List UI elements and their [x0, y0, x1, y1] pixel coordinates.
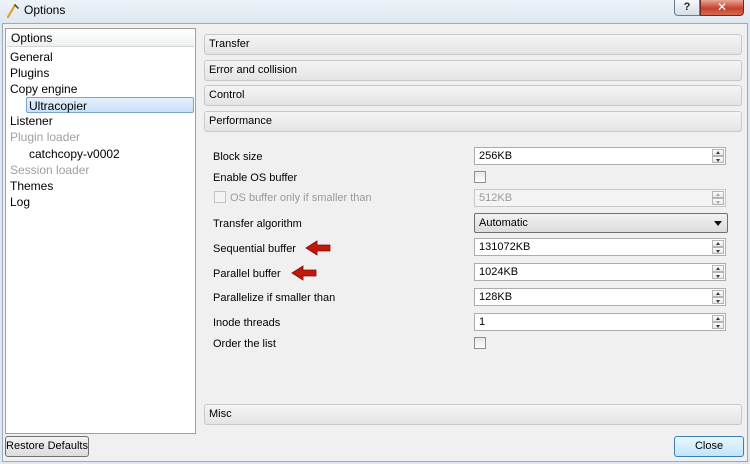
- block-size-label: Block size: [213, 151, 263, 163]
- spin-down-icon[interactable]: [712, 272, 724, 279]
- parallel-buffer-value: 1024KB: [479, 266, 519, 278]
- red-arrow-icon: [291, 265, 317, 281]
- os-buffer-smaller-spinbox[interactable]: 512KB: [474, 189, 726, 207]
- spin-up-icon[interactable]: [712, 191, 724, 198]
- spin-up-icon[interactable]: [712, 290, 724, 297]
- category-log[interactable]: Log: [10, 194, 30, 210]
- parallel-buffer-spinbox[interactable]: 1024KB: [474, 263, 726, 281]
- spin-down-icon[interactable]: [712, 322, 724, 329]
- enable-os-buffer-checkbox[interactable]: [474, 171, 486, 183]
- sequential-buffer-spinbox[interactable]: 131072KB: [474, 238, 726, 256]
- order-list-checkbox[interactable]: [474, 337, 486, 349]
- parallelize-label: Parallelize if smaller than: [213, 292, 336, 304]
- spin-up-icon[interactable]: [712, 240, 724, 247]
- parallelize-value: 128KB: [479, 291, 513, 303]
- enable-os-buffer-label: Enable OS buffer: [213, 172, 298, 184]
- parallelize-spinbox[interactable]: 128KB: [474, 288, 726, 306]
- transfer-algorithm-label: Transfer algorithm: [213, 218, 302, 230]
- category-plugins[interactable]: Plugins: [10, 65, 49, 81]
- block-size-spinbox[interactable]: 256KB: [474, 147, 726, 165]
- transfer-algorithm-select[interactable]: Automatic: [474, 213, 728, 233]
- inode-threads-spinbox[interactable]: 1: [474, 313, 726, 331]
- os-buffer-smaller-label: OS buffer only if smaller than: [230, 192, 372, 204]
- inode-threads-value: 1: [479, 316, 486, 328]
- spin-up-icon[interactable]: [712, 315, 724, 322]
- parallel-buffer-label: Parallel buffer: [213, 268, 281, 280]
- sequential-buffer-value: 131072KB: [479, 241, 531, 253]
- category-listener[interactable]: Listener: [10, 113, 53, 129]
- window-title: Options: [24, 3, 66, 17]
- category-themes[interactable]: Themes: [10, 178, 53, 194]
- category-list-header: Options: [7, 30, 194, 47]
- title-bar: Options ? ✕: [0, 0, 750, 23]
- section-error-collision[interactable]: Error and collision: [204, 60, 742, 81]
- inode-threads-label: Inode threads: [213, 317, 281, 329]
- parallel-buffer-spin-buttons[interactable]: [712, 265, 724, 279]
- window-close-button[interactable]: ✕: [700, 0, 744, 16]
- sequential-buffer-spin-buttons[interactable]: [712, 240, 724, 254]
- sequential-buffer-label: Sequential buffer: [213, 243, 296, 255]
- order-list-label: Order the list: [213, 338, 276, 350]
- parallelize-spin-buttons[interactable]: [712, 290, 724, 304]
- category-plugin-loader[interactable]: Plugin loader: [10, 129, 80, 145]
- spin-down-icon[interactable]: [712, 247, 724, 254]
- spin-up-icon[interactable]: [712, 265, 724, 272]
- spin-down-icon[interactable]: [712, 156, 724, 163]
- category-catchcopy[interactable]: catchcopy-v0002: [29, 146, 120, 162]
- section-control[interactable]: Control: [204, 85, 742, 106]
- category-list[interactable]: Options General Plugins Copy engine Ultr…: [5, 28, 196, 434]
- help-button[interactable]: ?: [674, 0, 700, 16]
- os-buffer-smaller-checkbox[interactable]: [214, 191, 226, 203]
- close-button[interactable]: Close: [674, 436, 744, 457]
- restore-defaults-button[interactable]: Restore Defaults: [5, 436, 89, 457]
- category-ultracopier[interactable]: Ultracopier: [26, 97, 194, 113]
- block-size-value: 256KB: [479, 150, 513, 162]
- app-icon: [6, 3, 19, 19]
- category-general[interactable]: General: [10, 49, 53, 65]
- inode-threads-spin-buttons[interactable]: [712, 315, 724, 329]
- transfer-algorithm-value: Automatic: [479, 217, 528, 229]
- os-buffer-spin-buttons[interactable]: [712, 191, 724, 205]
- spin-down-icon[interactable]: [712, 198, 724, 205]
- section-performance[interactable]: Performance: [204, 111, 742, 132]
- section-misc[interactable]: Misc: [204, 404, 742, 425]
- section-transfer[interactable]: Transfer: [204, 34, 742, 55]
- category-session-loader[interactable]: Session loader: [10, 162, 89, 178]
- spin-up-icon[interactable]: [712, 149, 724, 156]
- category-copy-engine[interactable]: Copy engine: [10, 81, 77, 97]
- spin-down-icon[interactable]: [712, 297, 724, 304]
- red-arrow-icon: [305, 240, 331, 256]
- os-buffer-smaller-value: 512KB: [479, 192, 513, 204]
- chevron-down-icon: [714, 221, 722, 226]
- block-size-spin-buttons[interactable]: [712, 149, 724, 163]
